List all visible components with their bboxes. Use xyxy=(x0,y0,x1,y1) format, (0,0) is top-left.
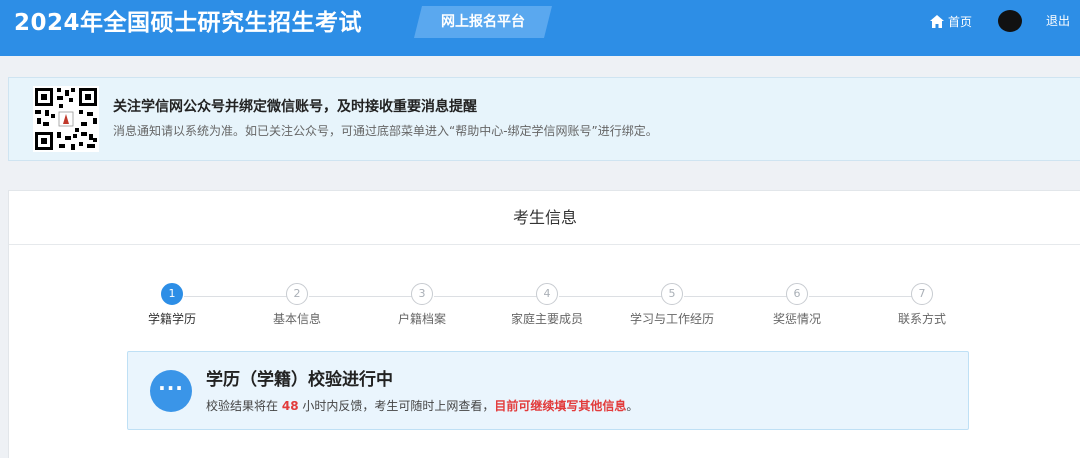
step-label: 户籍档案 xyxy=(397,312,446,326)
platform-label: 网上报名平台 xyxy=(441,14,525,30)
step-study-work-history[interactable]: 5 学习与工作经历 xyxy=(622,283,722,327)
verification-description: 校验结果将在 48 小时内反馈，考生可随时上网查看，目前可继续填写其他信息。 xyxy=(206,396,638,416)
step-rewards-penalties[interactable]: 6 奖惩情况 xyxy=(747,283,847,327)
notice-title: 关注学信网公众号并绑定微信账号，及时接收重要消息提醒 xyxy=(113,99,477,115)
step-number: 4 xyxy=(536,283,558,305)
desc-middle: 小时内反馈，考生可随时上网查看， xyxy=(302,399,495,413)
step-label: 家庭主要成员 xyxy=(510,312,583,326)
step-family-members[interactable]: 4 家庭主要成员 xyxy=(497,283,597,327)
step-label: 基本信息 xyxy=(272,312,321,326)
candidate-info-card: 考生信息 1 学籍学历 2 基本信息 3 户籍档案 4 家庭主要成员 5 学习与… xyxy=(8,190,1080,458)
desc-prefix: 校验结果将在 xyxy=(206,399,279,413)
continue-filling-notice: 目前可继续填写其他信息 xyxy=(494,399,627,413)
step-number: 3 xyxy=(411,283,433,305)
ellipsis-icon: ··· xyxy=(150,370,192,412)
step-number: 7 xyxy=(911,283,933,305)
avatar[interactable] xyxy=(998,10,1022,32)
step-basic-info[interactable]: 2 基本信息 xyxy=(247,283,347,327)
home-label: 首页 xyxy=(948,14,973,29)
platform-badge: 网上报名平台 xyxy=(414,6,552,38)
step-number: 5 xyxy=(661,283,683,305)
step-label: 学籍学历 xyxy=(147,312,196,326)
step-education[interactable]: 1 学籍学历 xyxy=(122,283,222,327)
top-header: 2024年全国硕士研究生招生考试 网上报名平台 首页 退出 xyxy=(0,0,1080,56)
step-contact[interactable]: 7 联系方式 xyxy=(872,283,972,327)
step-number: 1 xyxy=(161,283,183,305)
step-label: 奖惩情况 xyxy=(772,312,821,326)
qr-code-icon xyxy=(33,86,99,152)
page-title: 2024年全国硕士研究生招生考试 xyxy=(14,10,363,36)
notice-banner: 关注学信网公众号并绑定微信账号，及时接收重要消息提醒 消息通知请以系统为准。如已… xyxy=(8,77,1080,161)
step-number: 2 xyxy=(286,283,308,305)
home-link[interactable]: 首页 xyxy=(930,12,972,30)
card-title: 考生信息 xyxy=(9,191,1080,245)
step-label: 联系方式 xyxy=(897,312,946,326)
verification-title: 学历（学籍）校验进行中 xyxy=(206,370,393,390)
step-number: 6 xyxy=(786,283,808,305)
logout-link[interactable]: 退出 xyxy=(1046,12,1070,30)
verification-status-box: ··· 学历（学籍）校验进行中 校验结果将在 48 小时内反馈，考生可随时上网查… xyxy=(127,351,969,430)
desc-suffix: 。 xyxy=(626,399,639,413)
step-household-records[interactable]: 3 户籍档案 xyxy=(372,283,472,327)
hours-value: 48 xyxy=(281,399,299,413)
notice-description: 消息通知请以系统为准。如已关注公众号，可通过底部菜单进入“帮助中心-绑定学信网账… xyxy=(113,124,658,138)
home-icon xyxy=(930,14,944,28)
step-label: 学习与工作经历 xyxy=(629,312,714,326)
